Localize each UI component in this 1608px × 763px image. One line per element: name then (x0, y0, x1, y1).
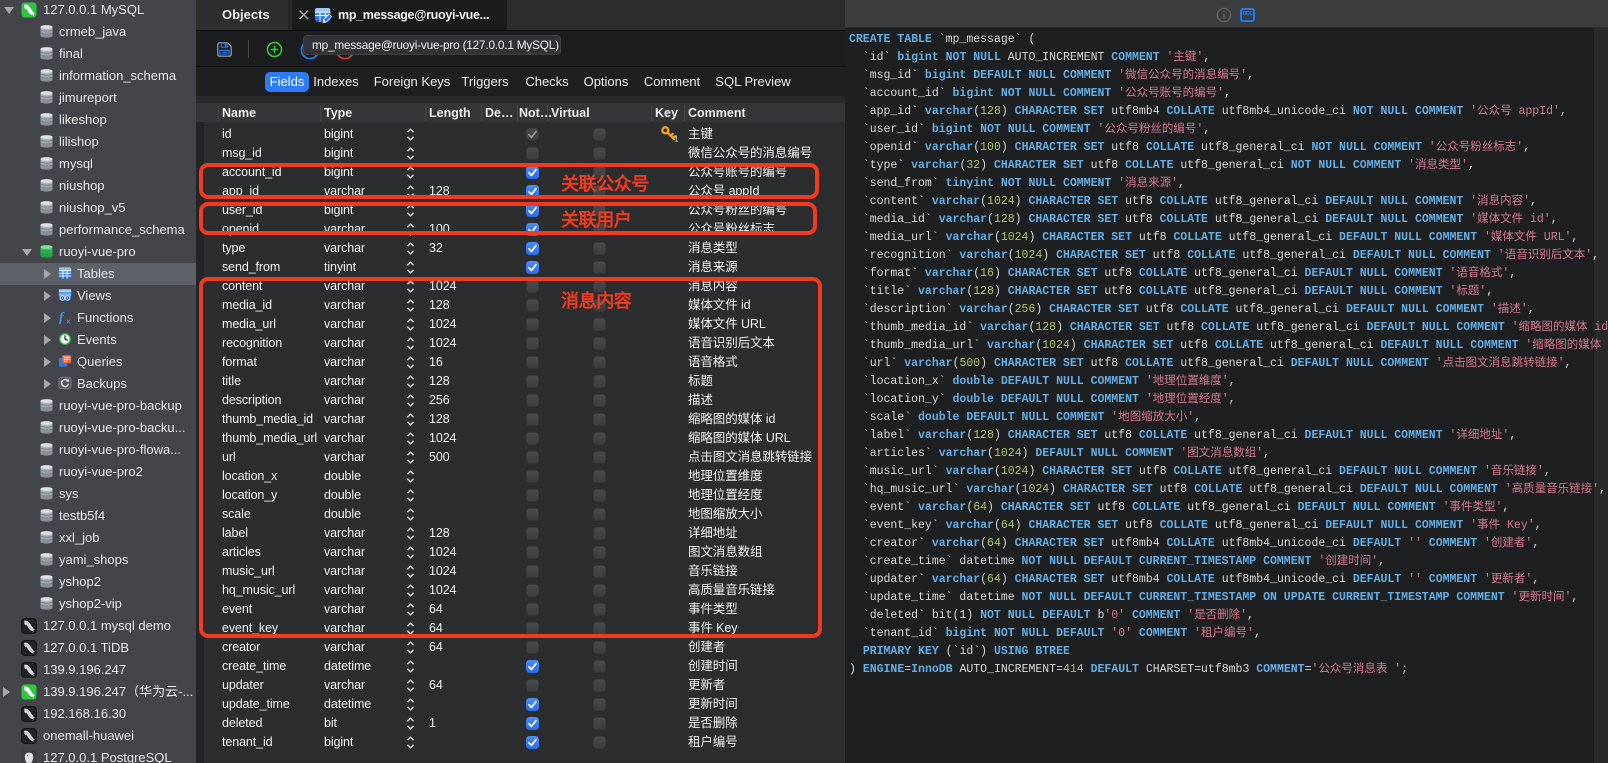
svg-text:1: 1 (674, 134, 679, 141)
